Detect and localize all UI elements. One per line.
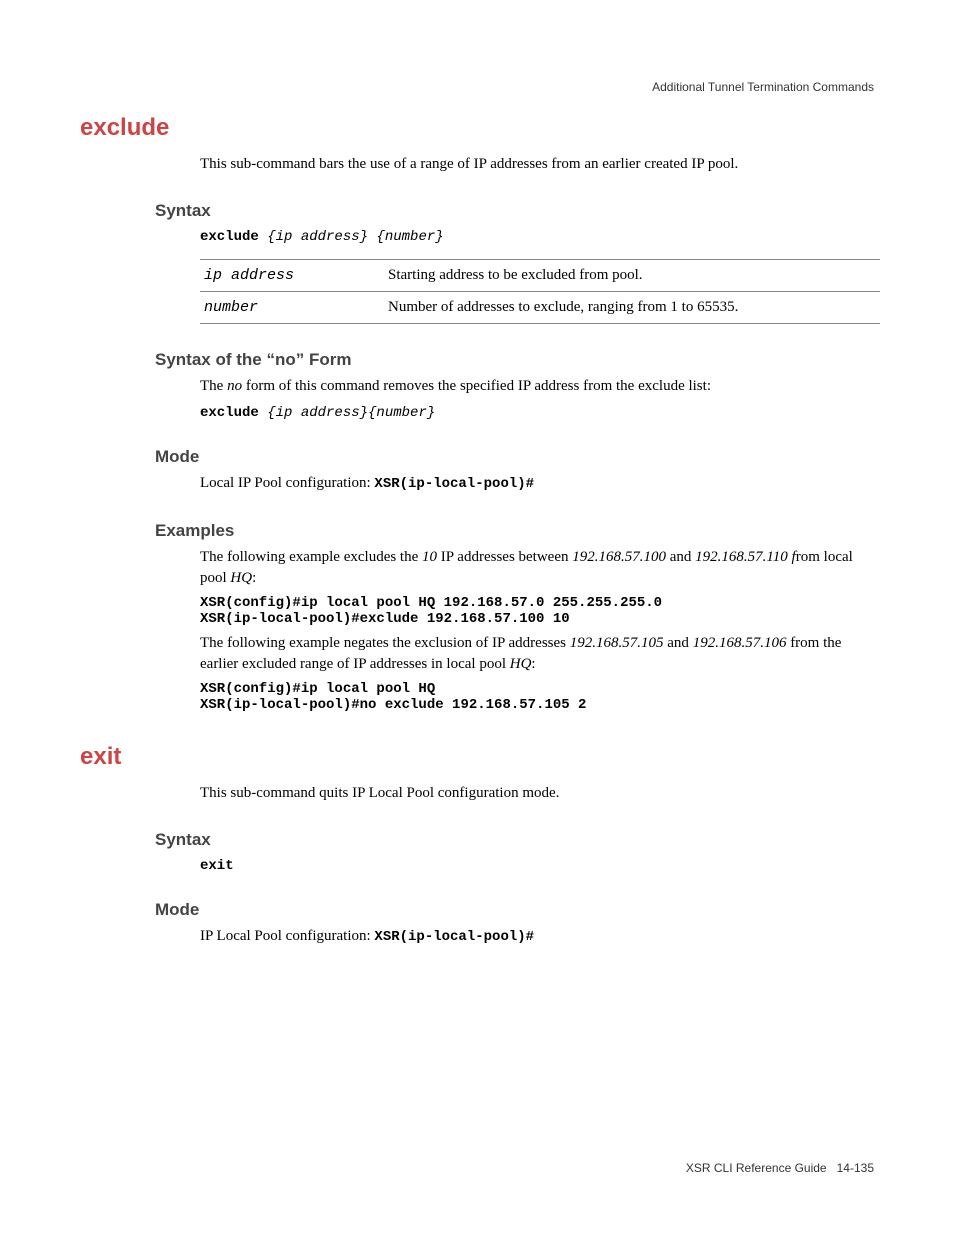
- subhead-exit-syntax: Syntax: [155, 830, 874, 850]
- noform-prefix: The: [200, 378, 227, 394]
- syntax-args: {ip address} {number}: [259, 229, 444, 245]
- example2-code: XSR(config)#ip local pool HQ XSR(ip-loca…: [200, 681, 874, 713]
- param-name: ip address: [200, 260, 384, 292]
- table-row: ip address Starting address to be exclud…: [200, 260, 880, 292]
- command-title-exclude: exclude: [80, 114, 874, 142]
- noform-text: The no form of this command removes the …: [200, 376, 874, 397]
- footer-page: 14-135: [837, 1161, 874, 1175]
- running-header: Additional Tunnel Termination Commands: [80, 80, 874, 94]
- param-desc: Starting address to be excluded from poo…: [384, 260, 880, 292]
- code-line: XSR(config)#ip local pool HQ: [200, 681, 874, 697]
- syntax-keyword: exclude: [200, 405, 259, 421]
- mode-text: Local IP Pool configuration: XSR(ip-loca…: [200, 473, 874, 495]
- exit-mode-text: IP Local Pool configuration: XSR(ip-loca…: [200, 926, 874, 948]
- exclude-syntax-line: exclude {ip address} {number}: [200, 227, 874, 245]
- param-table: ip address Starting address to be exclud…: [200, 259, 880, 324]
- param-name: number: [200, 292, 384, 324]
- code-line: XSR(ip-local-pool)#no exclude 192.168.57…: [200, 697, 874, 713]
- mode-label: IP Local Pool configuration:: [200, 928, 374, 944]
- example2-text: The following example negates the exclus…: [200, 633, 874, 675]
- code-line: XSR(ip-local-pool)#exclude 192.168.57.10…: [200, 611, 874, 627]
- example1-text: The following example excludes the 10 IP…: [200, 547, 874, 589]
- noform-syntax-line: exclude {ip address}{number}: [200, 403, 874, 421]
- example1-code: XSR(config)#ip local pool HQ 192.168.57.…: [200, 595, 874, 627]
- subhead-examples: Examples: [155, 521, 874, 541]
- param-desc: Number of addresses to exclude, ranging …: [384, 292, 880, 324]
- mode-label: Local IP Pool configuration:: [200, 475, 374, 491]
- syntax-keyword: exclude: [200, 229, 259, 245]
- page-footer: XSR CLI Reference Guide 14-135: [686, 1161, 874, 1175]
- exit-syntax-line: exit: [200, 856, 874, 874]
- subhead-exit-mode: Mode: [155, 900, 874, 920]
- mode-prompt: XSR(ip-local-pool)#: [374, 929, 534, 945]
- noform-em: no: [227, 378, 242, 394]
- syntax-keyword: exit: [200, 858, 234, 874]
- footer-doc: XSR CLI Reference Guide: [686, 1161, 827, 1175]
- syntax-args: {ip address}{number}: [259, 405, 435, 421]
- mode-prompt: XSR(ip-local-pool)#: [374, 476, 534, 492]
- subhead-noform: Syntax of the “no” Form: [155, 350, 874, 370]
- table-row: number Number of addresses to exclude, r…: [200, 292, 880, 324]
- exit-intro: This sub-command quits IP Local Pool con…: [200, 783, 874, 804]
- command-title-exit: exit: [80, 743, 874, 771]
- exclude-intro: This sub-command bars the use of a range…: [200, 154, 874, 175]
- subhead-syntax: Syntax: [155, 201, 874, 221]
- noform-suffix: form of this command removes the specifi…: [242, 378, 711, 394]
- code-line: XSR(config)#ip local pool HQ 192.168.57.…: [200, 595, 874, 611]
- subhead-mode: Mode: [155, 447, 874, 467]
